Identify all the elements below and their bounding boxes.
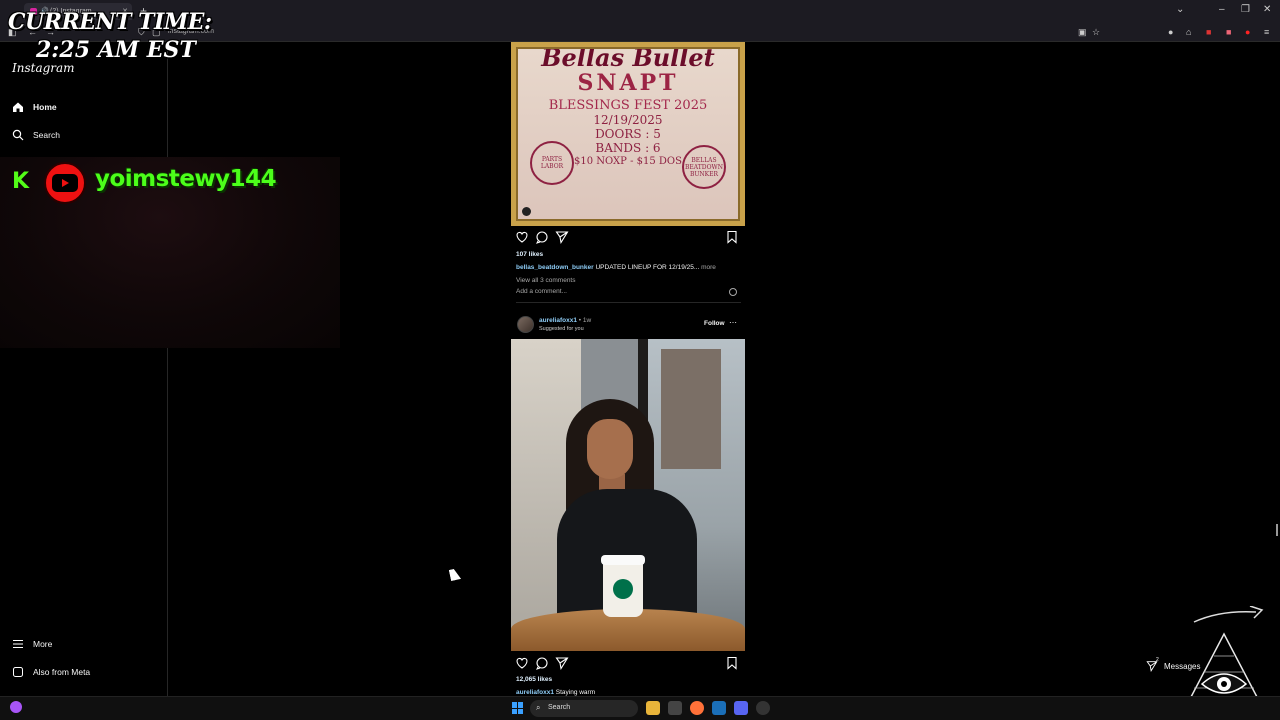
- search-icon: [12, 129, 24, 141]
- file-explorer-icon[interactable]: [646, 701, 660, 715]
- sidebar-item-label: More: [33, 639, 53, 649]
- reader-icon[interactable]: ▣: [1078, 27, 1087, 38]
- sidebar-item-more[interactable]: More: [12, 636, 52, 652]
- home-icon: [12, 101, 24, 113]
- addon2-icon[interactable]: ■: [1226, 27, 1231, 37]
- chevron-down-icon[interactable]: ⌄: [1176, 4, 1184, 15]
- post-actions: [515, 230, 741, 246]
- clock-time: 2:25 AM EST: [36, 37, 196, 63]
- messages-badge: 2: [1156, 657, 1159, 663]
- caption-more-link[interactable]: more: [701, 264, 716, 271]
- poster-badge-left: PARTS LABOR: [530, 141, 574, 185]
- search-icon: ⌕: [536, 703, 541, 712]
- caption-text: Staying warm: [555, 689, 596, 696]
- clock-label: CURRENT TIME:: [8, 9, 212, 35]
- streamer-handle: yoimstewy144: [95, 166, 277, 192]
- post2-likes[interactable]: 12,065 likes: [516, 676, 552, 683]
- comment-icon[interactable]: [535, 230, 549, 244]
- sidebar-item-label: Search: [33, 130, 60, 140]
- sidebar-item-also-from-meta[interactable]: Also from Meta: [12, 664, 90, 680]
- poster-header: Bellas Bullet: [541, 47, 715, 72]
- current-time-overlay: CURRENT TIME: 2:25 AM EST: [8, 8, 212, 64]
- sidebar-item-home[interactable]: Home: [12, 99, 57, 115]
- add-comment-input[interactable]: Add a comment...: [516, 288, 567, 295]
- scrollbar[interactable]: [1276, 524, 1278, 536]
- record-icon[interactable]: ●: [1245, 27, 1250, 37]
- close-window-icon[interactable]: ✕: [1263, 4, 1271, 15]
- steam-icon[interactable]: [712, 701, 726, 715]
- share-icon[interactable]: [555, 230, 569, 245]
- restore-icon[interactable]: ❐: [1241, 4, 1250, 15]
- minimize-icon[interactable]: –: [1219, 4, 1225, 15]
- terminal-icon[interactable]: [668, 701, 682, 715]
- caption-text: UPDATED LINEUP FOR 12/19/25...: [595, 264, 700, 271]
- sidebar-item-label: Also from Meta: [33, 667, 91, 677]
- taskbar-search[interactable]: ⌕ Search: [530, 700, 638, 717]
- more-options-icon[interactable]: ⋯: [729, 318, 737, 327]
- post2-caption: aureliafoxx1 Staying warm: [516, 689, 595, 696]
- view-comments-link[interactable]: View all 3 comments: [516, 277, 576, 284]
- post2-username-text[interactable]: aureliafoxx1: [539, 317, 577, 324]
- discord-icon[interactable]: [734, 701, 748, 715]
- mouse-cursor-icon: [448, 568, 462, 581]
- poster-doors: DOORS : 5: [595, 127, 661, 141]
- post1-likes[interactable]: 107 likes: [516, 251, 543, 258]
- caption-username[interactable]: aureliafoxx1: [516, 689, 554, 696]
- poster-date: 12/19/2025: [593, 113, 663, 127]
- emoji-icon[interactable]: [729, 288, 737, 296]
- like-heart-icon[interactable]: [515, 656, 529, 670]
- poster-fest: BLESSINGS FEST 2025: [548, 98, 708, 113]
- post-image-cafe-photo[interactable]: [511, 339, 745, 651]
- windows-taskbar: ⌕ Search: [0, 696, 1280, 720]
- poster-badge-right: BELLAS BEATDOWN BUNKER: [682, 145, 726, 189]
- extension-icon[interactable]: ●: [1168, 27, 1173, 37]
- suggested-label: Suggested for you: [539, 326, 584, 332]
- post-image-event-poster[interactable]: Bellas Bullet SNAPT BLESSINGS FEST 2025 …: [511, 42, 745, 226]
- follow-button[interactable]: Follow: [704, 320, 725, 327]
- bookmark-icon[interactable]: [725, 230, 739, 244]
- post1-caption: bellas_beatdown_bunker UPDATED LINEUP FO…: [516, 264, 716, 271]
- windows-start-icon[interactable]: [512, 702, 524, 714]
- bookmark-icon[interactable]: [725, 656, 739, 670]
- firefox-icon[interactable]: [690, 701, 704, 715]
- meta-icon: [12, 666, 24, 678]
- app-icon[interactable]: [756, 701, 770, 715]
- like-heart-icon[interactable]: [515, 230, 529, 244]
- addon-icon[interactable]: ■: [1206, 27, 1211, 37]
- sidebar-divider: [167, 42, 168, 696]
- comment-icon[interactable]: [535, 656, 549, 670]
- youtube-icon: [44, 162, 86, 204]
- post2-actions: [515, 656, 741, 672]
- post2-username[interactable]: aureliafoxx1 • 1w: [539, 317, 591, 324]
- post2-age: • 1w: [578, 317, 592, 324]
- post-divider: [516, 302, 741, 303]
- avatar[interactable]: [517, 316, 534, 333]
- hamburger-menu-icon[interactable]: ≡: [1264, 27, 1269, 37]
- caption-username[interactable]: bellas_beatdown_bunker: [516, 264, 594, 271]
- menu-icon: [12, 638, 24, 650]
- widgets-icon[interactable]: [10, 701, 22, 713]
- puzzle-icon[interactable]: ⌂: [1186, 27, 1191, 37]
- poster-brand: SNAPT: [577, 70, 679, 96]
- coffee-cup: [601, 555, 645, 617]
- bookmark-star-icon[interactable]: ☆: [1092, 27, 1100, 38]
- kick-logo: K: [12, 169, 30, 194]
- taskbar-search-label: Search: [548, 704, 571, 711]
- sidebar-item-label: Home: [33, 102, 57, 112]
- tagged-user-icon[interactable]: [522, 207, 531, 216]
- share-icon[interactable]: [555, 656, 569, 671]
- sidebar-item-search[interactable]: Search: [12, 127, 60, 143]
